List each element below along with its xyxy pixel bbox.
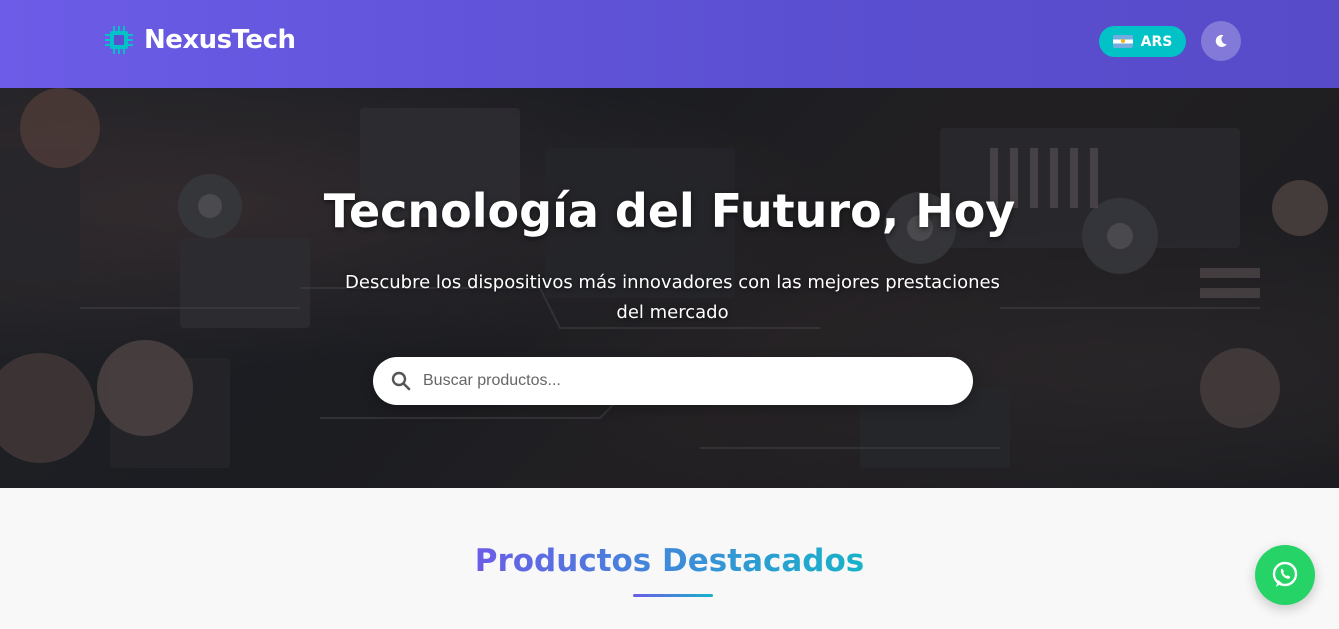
brand-logo[interactable]: NexusTech <box>104 24 296 56</box>
currency-label: ARS <box>1140 33 1173 50</box>
hero-subtitle: Descubre los dispositivos más innovadore… <box>345 272 1000 323</box>
hero-title: Tecnología del Futuro, Hoy <box>323 184 1016 238</box>
chip-icon <box>105 26 133 54</box>
search-bar[interactable] <box>373 357 973 405</box>
site-header: NexusTech ARS <box>0 0 1339 88</box>
moon-icon <box>1215 34 1227 47</box>
featured-products-title: Productos Destacados <box>0 543 1339 579</box>
search-input[interactable] <box>423 361 943 401</box>
search-icon <box>391 371 411 391</box>
whatsapp-button[interactable] <box>1255 545 1315 605</box>
argentina-flag-icon <box>1112 35 1133 48</box>
whatsapp-icon <box>1272 561 1298 587</box>
section-title-underline <box>633 594 713 597</box>
currency-selector-button[interactable]: ARS <box>1099 26 1186 57</box>
featured-products-title-text: Productos Destacados <box>474 543 865 579</box>
hero-banner: Tecnología del Futuro, Hoy Descubre los … <box>0 88 1339 488</box>
theme-toggle-button[interactable] <box>1201 21 1241 61</box>
brand-name: NexusTech <box>144 25 296 55</box>
